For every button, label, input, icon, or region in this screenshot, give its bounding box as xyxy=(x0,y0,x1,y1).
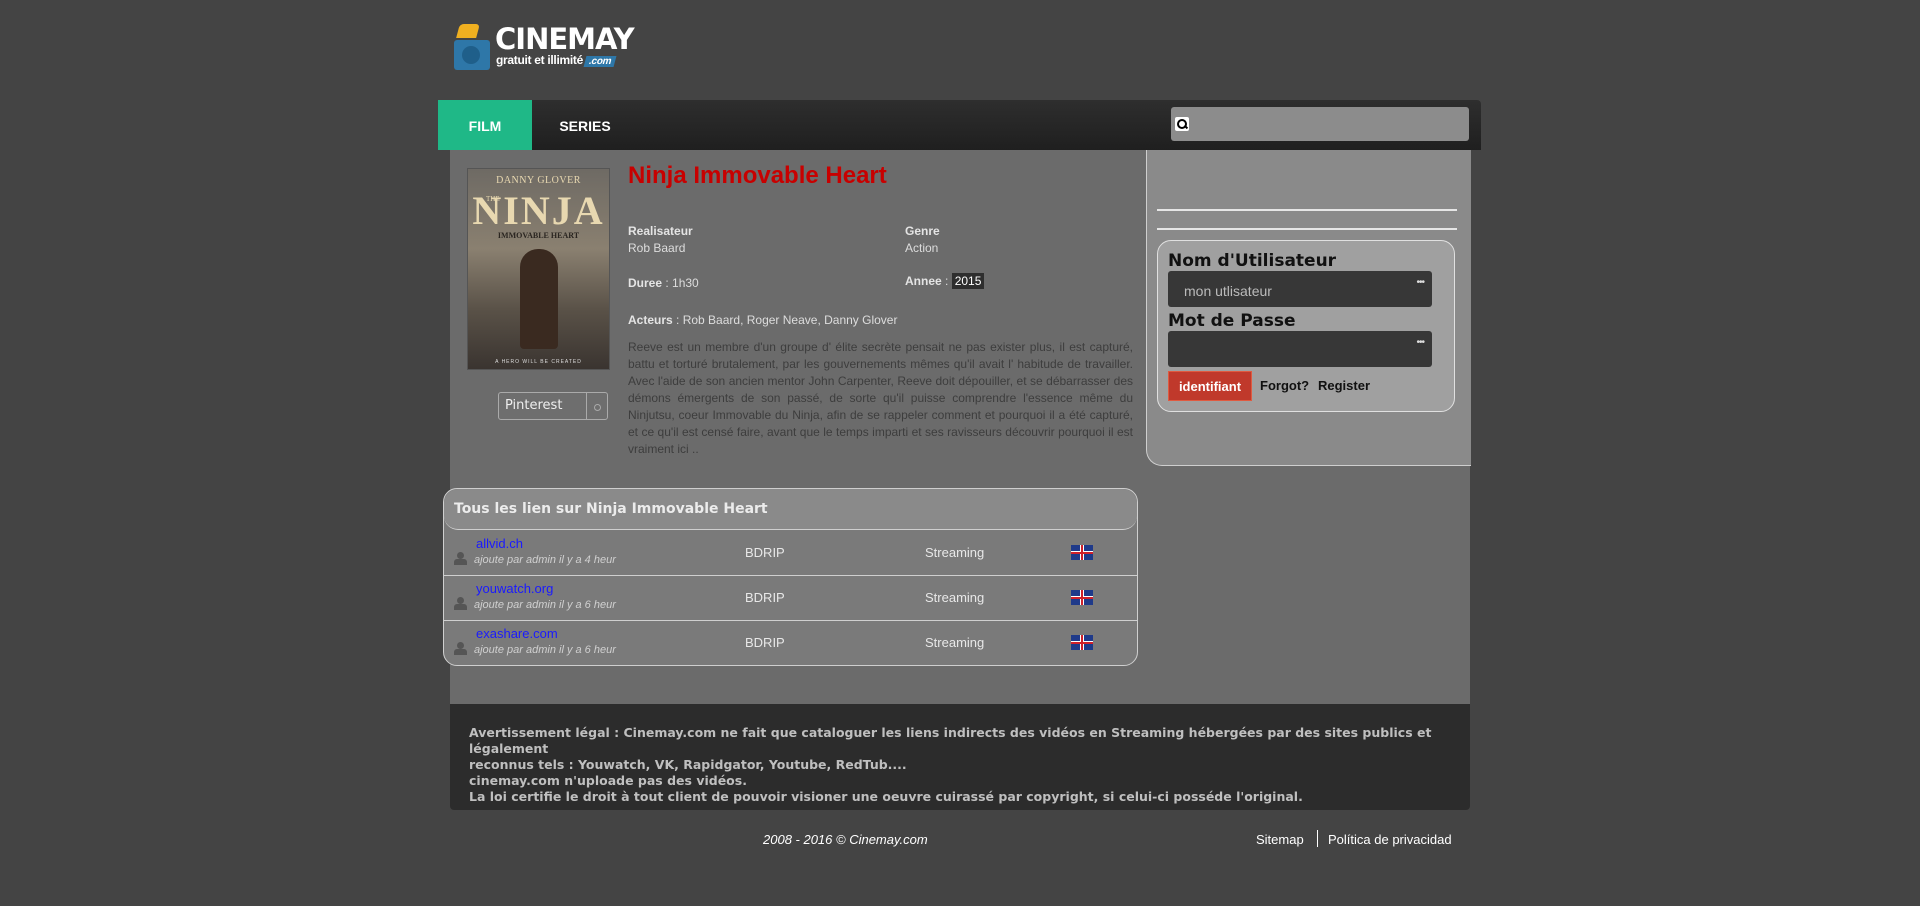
field-dots-icon: ••• xyxy=(1416,337,1424,348)
movie-poster[interactable]: DANNY GLOVER THE NINJA IMMOVABLE HEART A… xyxy=(467,168,610,370)
links-title: Tous les lien sur Ninja Immovable Heart xyxy=(454,501,768,517)
logo-title: CINEMAY xyxy=(495,22,635,56)
link-row[interactable]: exashare.com ajoute par admin il y a 6 h… xyxy=(444,620,1137,665)
logo-icon xyxy=(454,40,490,70)
password-input[interactable] xyxy=(1182,340,1396,362)
privacy-link[interactable]: Política de privacidad xyxy=(1328,832,1452,847)
legal-notice: Avertissement légal : Cinemay.com ne fai… xyxy=(450,704,1470,810)
user-icon xyxy=(454,642,467,655)
password-field[interactable]: ••• xyxy=(1168,331,1432,367)
movie-synopsis: Reeve est un membre d'un groupe d' élite… xyxy=(628,340,1133,456)
copyright: 2008 - 2016 © Cinemay.com xyxy=(763,832,928,847)
logo-hat-icon xyxy=(456,24,480,38)
poster-title: NINJA xyxy=(472,188,605,233)
share-select-arrow-icon[interactable] xyxy=(586,393,607,419)
footer-divider xyxy=(1317,830,1318,847)
username-field[interactable]: ••• xyxy=(1168,271,1432,307)
search-icon[interactable] xyxy=(1175,117,1189,131)
genre-label: Genre xyxy=(905,224,940,238)
director-value: Rob Baard xyxy=(628,241,686,255)
sidebar: Nom d'Utilisateur ••• Mot de Passe ••• i… xyxy=(1146,150,1471,466)
legal-line: cinemay.com n'uploade pas des vidéos. xyxy=(469,773,747,788)
logo-domain: .com xyxy=(583,56,617,67)
legal-line: Avertissement légal : Cinemay.com ne fai… xyxy=(469,725,1432,756)
search-input[interactable] xyxy=(1195,111,1467,139)
forgot-link[interactable]: Forgot? xyxy=(1260,378,1309,393)
tab-film[interactable]: FILM xyxy=(438,100,532,150)
username-label: Nom d'Utilisateur xyxy=(1168,251,1337,271)
link-type: Streaming xyxy=(925,635,985,650)
year-label: Annee xyxy=(905,274,942,288)
director-label: Realisateur xyxy=(628,224,693,238)
legal-line: reconnus tels : Youwatch, VK, Rapidgator… xyxy=(469,757,907,772)
link-quality: BDRIP xyxy=(745,635,785,650)
login-button[interactable]: identifiant xyxy=(1168,371,1252,401)
movie-title: Ninja Immovable Heart xyxy=(628,162,887,189)
links-header: Tous les lien sur Ninja Immovable Heart xyxy=(444,489,1137,530)
uk-flag-icon xyxy=(1071,545,1093,560)
actors-line: Acteurs : Rob Baard, Roger Neave, Danny … xyxy=(628,313,898,327)
link-row[interactable]: youwatch.org ajoute par admin il y a 6 h… xyxy=(444,575,1137,621)
uk-flag-icon xyxy=(1071,590,1093,605)
legal-text: Avertissement légal : Cinemay.com ne fai… xyxy=(469,725,1459,805)
share-select-value: Pinterest xyxy=(505,398,563,413)
genre-value: Action xyxy=(905,241,939,255)
duration-label: Duree xyxy=(628,276,663,290)
login-form: Nom d'Utilisateur ••• Mot de Passe ••• i… xyxy=(1157,240,1455,412)
link-row[interactable]: allvid.ch ajoute par admin il y a 4 heur… xyxy=(444,530,1137,576)
link-quality: BDRIP xyxy=(745,545,785,560)
duration-line: Duree : 1h30 xyxy=(628,276,699,290)
actors-value: Rob Baard, Roger Neave, Danny Glover xyxy=(682,313,898,327)
username-input[interactable] xyxy=(1182,280,1396,302)
search-box xyxy=(1171,107,1469,141)
password-label: Mot de Passe xyxy=(1168,311,1296,331)
link-quality: BDRIP xyxy=(745,590,785,605)
links-table: Tous les lien sur Ninja Immovable Heart … xyxy=(443,488,1138,666)
duration-value: 1h30 xyxy=(672,276,699,290)
logo-subtitle: gratuit et illimité .com xyxy=(496,53,617,67)
link-added: ajoute par admin il y a 4 heur xyxy=(474,554,616,566)
legal-line: La loi certifie le droit à tout client d… xyxy=(469,789,1303,804)
site-logo[interactable]: CINEMAY gratuit et illimité .com xyxy=(452,22,635,72)
user-icon xyxy=(454,552,467,565)
link-host[interactable]: youwatch.org xyxy=(476,581,553,596)
user-icon xyxy=(454,597,467,610)
uk-flag-icon xyxy=(1071,635,1093,650)
year-line: Annee : 2015 xyxy=(905,272,985,290)
main-nav: FILM SERIES xyxy=(438,100,1481,150)
field-dots-icon: ••• xyxy=(1416,277,1424,288)
link-added: ajoute par admin il y a 6 heur xyxy=(474,599,616,611)
sidebar-divider xyxy=(1157,209,1457,211)
link-type: Streaming xyxy=(925,590,985,605)
year-badge: 2015 xyxy=(951,273,985,289)
link-host[interactable]: exashare.com xyxy=(476,626,558,641)
actors-label: Acteurs xyxy=(628,313,673,327)
sitemap-link[interactable]: Sitemap xyxy=(1256,832,1304,847)
poster-figure xyxy=(520,249,558,349)
poster-actor: DANNY GLOVER xyxy=(496,175,581,186)
link-host[interactable]: allvid.ch xyxy=(476,536,523,551)
share-select[interactable]: Pinterest xyxy=(498,392,608,420)
register-link[interactable]: Register xyxy=(1318,378,1370,393)
tab-series[interactable]: SERIES xyxy=(532,100,638,150)
link-added: ajoute par admin il y a 6 heur xyxy=(474,644,616,656)
link-type: Streaming xyxy=(925,545,985,560)
poster-subtitle: IMMOVABLE HEART xyxy=(497,231,580,240)
sidebar-divider xyxy=(1157,228,1457,230)
poster-tagline: A HERO WILL BE CREATED xyxy=(495,359,582,365)
